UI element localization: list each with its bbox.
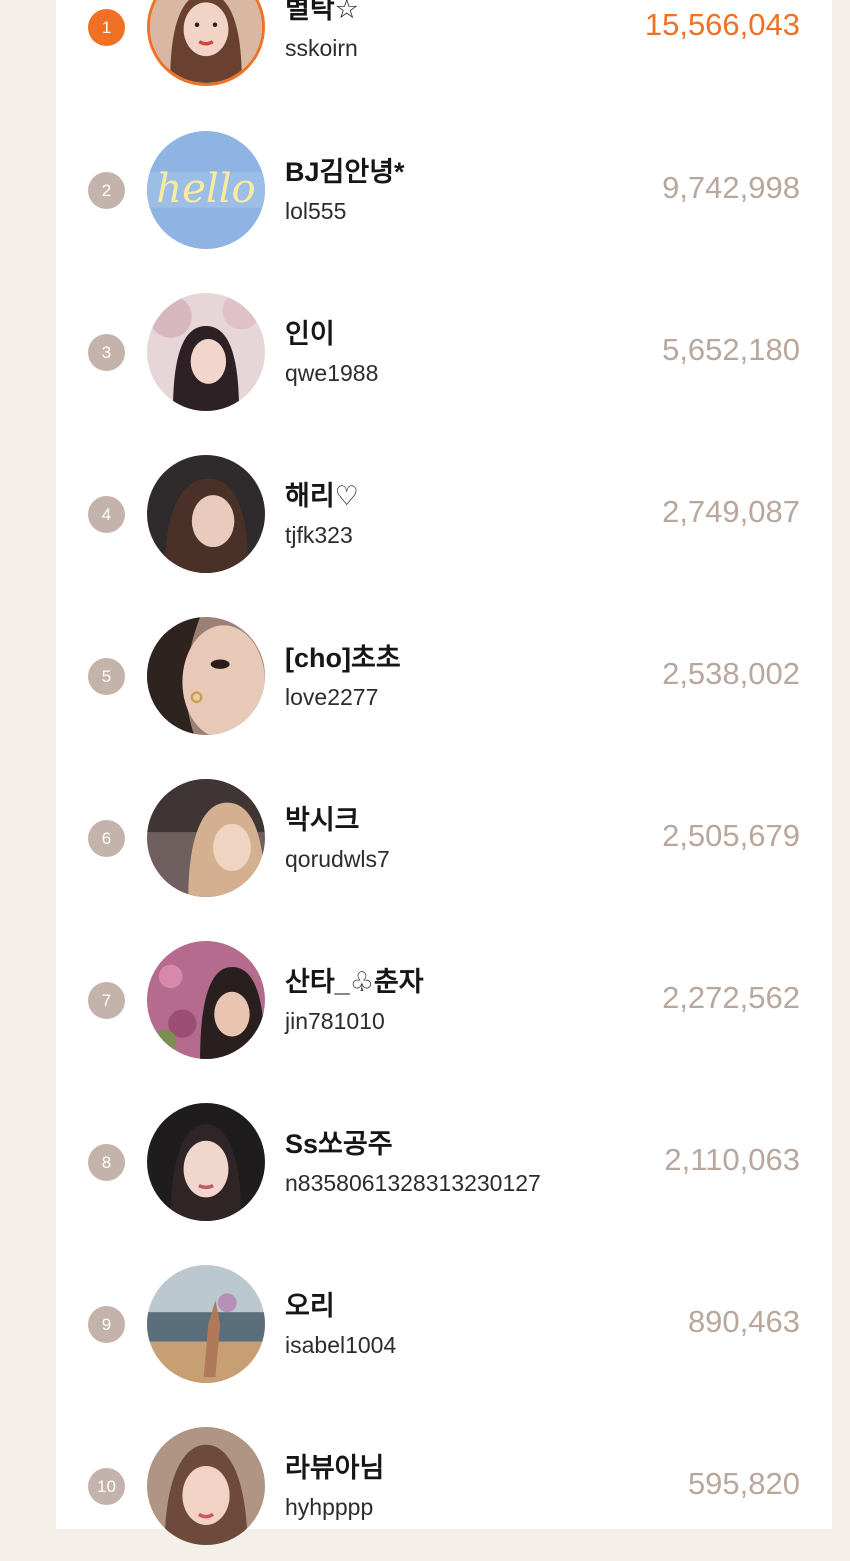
streamer-name: 라뷰아님: [285, 1453, 385, 1483]
score: 2,272,562: [662, 980, 800, 1015]
score: 890,463: [687, 1304, 800, 1339]
ranking-row[interactable]: 2 hello BJ김안녕* lol555 9,742,998: [56, 115, 832, 265]
profile-photo-woman-icon: [150, 0, 262, 83]
profile-photo-woman-icon: [147, 1103, 265, 1221]
rank-badge: 7: [88, 982, 125, 1019]
profile-photo-woman-icon: [147, 293, 265, 411]
avatar[interactable]: [147, 293, 265, 411]
streamer-id: isabel1004: [285, 1332, 397, 1358]
ranking-row[interactable]: 7 산타_♧춘자 jin781010 2,272,562: [56, 925, 832, 1075]
streamer-id: sskoirn: [285, 35, 358, 61]
ranking-row[interactable]: 9 오리 isabel1004 890,463: [56, 1249, 832, 1399]
streamer-id: lol555: [285, 198, 347, 224]
score: 595,820: [687, 1466, 800, 1501]
profile-photo-man-icon: [147, 779, 265, 897]
ranking-row[interactable]: 8 Ss쏘공주 n8358061328313230127 2,110,063: [56, 1087, 832, 1237]
avatar[interactable]: [147, 1103, 265, 1221]
ranking-row[interactable]: 5 [cho]초초 love2277 2,538,002: [56, 601, 832, 751]
ranking-row[interactable]: 6 박시크 qorudwls7 2,505,679: [56, 763, 832, 913]
score: 2,538,002: [662, 656, 800, 691]
streamer-name: [cho]초초: [285, 643, 401, 673]
score: 2,505,679: [662, 818, 800, 853]
ranking-row[interactable]: 3 인이 qwe1988 5,652,180: [56, 277, 832, 427]
streamer-id: n8358061328313230127: [285, 1170, 541, 1196]
streamer-name: 해리♡: [285, 481, 359, 511]
avatar[interactable]: [147, 941, 265, 1059]
avatar[interactable]: [147, 779, 265, 897]
streamer-id: hyhpppp: [285, 1494, 374, 1520]
streamer-name: 오리: [285, 1291, 335, 1321]
score: 5,652,180: [662, 332, 800, 367]
hello-neon-sign-icon: hello: [147, 131, 265, 249]
avatar[interactable]: [147, 455, 265, 573]
profile-photo-woman-icon: [147, 941, 265, 1059]
avatar[interactable]: [147, 1265, 265, 1383]
avatar[interactable]: [147, 1427, 265, 1545]
ranking-panel: 1 별탁☆ sskoirn 15,566,043 2 hello BJ김안녕*: [56, 0, 832, 1545]
rank-badge: 5: [88, 658, 125, 695]
rank-badge: 1: [88, 9, 125, 46]
profile-photo-woman-icon: [147, 617, 265, 735]
score: 15,566,043: [644, 7, 800, 42]
rank-badge: 3: [88, 334, 125, 371]
streamer-name: 박시크: [285, 805, 360, 835]
svg-text:hello: hello: [156, 166, 255, 212]
rank-badge: 4: [88, 496, 125, 533]
profile-photo-woman-icon: [147, 1427, 265, 1545]
streamer-id: qorudwls7: [285, 846, 390, 872]
streamer-id: love2277: [285, 684, 379, 710]
streamer-id: tjfk323: [285, 522, 353, 548]
rank-badge: 10: [88, 1468, 125, 1505]
rank-badge: 9: [88, 1306, 125, 1343]
avatar[interactable]: [147, 0, 265, 86]
ranking-row[interactable]: 10 라뷰아님 hyhpppp 595,820: [56, 1411, 832, 1561]
rank-badge: 6: [88, 820, 125, 857]
beach-photo-icon: [147, 1265, 265, 1383]
avatar[interactable]: [147, 617, 265, 735]
streamer-name: BJ김안녕*: [285, 157, 405, 187]
ranking-row[interactable]: 4 해리♡ tjfk323 2,749,087: [56, 439, 832, 589]
streamer-id: jin781010: [285, 1008, 385, 1034]
rank-badge: 2: [88, 172, 125, 209]
streamer-id: qwe1988: [285, 360, 379, 386]
streamer-name: 인이: [285, 319, 335, 349]
score: 2,749,087: [662, 494, 800, 529]
profile-photo-woman-icon: [147, 455, 265, 573]
streamer-name: 별탁☆: [285, 0, 359, 24]
score: 2,110,063: [664, 1142, 800, 1177]
avatar[interactable]: hello: [147, 131, 265, 249]
rank-badge: 8: [88, 1144, 125, 1181]
score: 9,742,998: [662, 170, 800, 205]
streamer-name: Ss쏘공주: [285, 1129, 393, 1159]
ranking-row[interactable]: 1 별탁☆ sskoirn 15,566,043: [56, 0, 832, 102]
streamer-name: 산타_♧춘자: [285, 967, 424, 997]
